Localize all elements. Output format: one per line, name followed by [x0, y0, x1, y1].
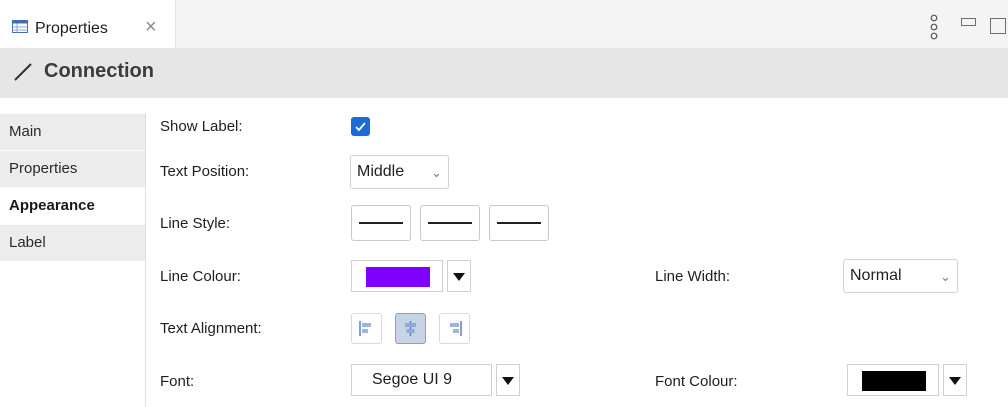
sidebar-item-properties[interactable]: Properties — [0, 150, 146, 187]
chevron-down-icon: ⌄ — [431, 165, 442, 180]
minimize-icon[interactable] — [961, 18, 976, 26]
sidebar-item-label-tab[interactable]: Label — [0, 224, 146, 261]
line-style-solid-button-3[interactable] — [489, 205, 549, 241]
text-alignment-label: Text Alignment: — [160, 320, 262, 337]
table-icon — [12, 20, 28, 33]
view-tab-bar: Properties × — [0, 0, 1008, 48]
sidebar-item-label: Properties — [9, 160, 78, 177]
align-left-button[interactable] — [351, 313, 382, 344]
font-colour-dropdown-button[interactable] — [943, 364, 967, 396]
connection-line-icon — [14, 63, 32, 81]
text-position-label: Text Position: — [160, 163, 250, 180]
font-value: Segoe UI 9 — [372, 371, 453, 388]
line-colour-button[interactable] — [351, 260, 443, 292]
tab-properties[interactable]: Properties × — [0, 0, 176, 48]
sidebar-divider — [145, 113, 146, 407]
align-center-icon — [405, 321, 416, 336]
sidebar-item-main[interactable]: Main — [0, 113, 146, 150]
line-style-solid-button-2[interactable] — [420, 205, 480, 241]
dropdown-arrow-icon — [949, 377, 961, 385]
show-label-label: Show Label: — [160, 118, 243, 135]
line-style-solid-button-1[interactable] — [351, 205, 411, 241]
sidebar-item-label: Label — [9, 234, 46, 251]
line-width-label: Line Width: — [655, 268, 731, 285]
align-right-button[interactable] — [439, 313, 470, 344]
view-menu-icon[interactable] — [929, 14, 939, 42]
line-style-label: Line Style: — [160, 215, 231, 232]
line-width-value: Normal — [850, 267, 902, 284]
font-colour-swatch — [862, 371, 926, 391]
sidebar-item-appearance[interactable]: Appearance — [0, 187, 146, 224]
dropdown-arrow-icon — [453, 273, 465, 281]
sidebar-fill — [0, 261, 146, 407]
line-colour-swatch — [366, 267, 430, 287]
line-width-select[interactable]: Normal ⌄ — [843, 259, 958, 293]
sidebar-item-label: Main — [9, 123, 42, 140]
text-position-select[interactable]: Middle ⌄ — [350, 155, 449, 189]
font-button[interactable]: Segoe UI 9 — [351, 364, 492, 396]
align-left-icon — [359, 321, 371, 336]
chevron-down-icon: ⌄ — [940, 269, 951, 284]
align-right-icon — [450, 321, 462, 336]
checkmark-icon — [355, 122, 366, 132]
font-dropdown-button[interactable] — [496, 364, 520, 396]
sidebar-item-label: Appearance — [9, 197, 95, 214]
text-position-value: Middle — [357, 163, 405, 180]
solid-line-icon — [497, 222, 541, 224]
properties-header: Connection — [0, 48, 1008, 98]
properties-sidebar: Main Properties Appearance Label — [0, 113, 146, 407]
close-icon[interactable]: × — [145, 17, 157, 37]
line-colour-dropdown-button[interactable] — [447, 260, 471, 292]
dropdown-arrow-icon — [502, 377, 514, 385]
maximize-icon[interactable] — [990, 18, 1006, 34]
font-colour-label: Font Colour: — [655, 373, 738, 390]
line-colour-label: Line Colour: — [160, 268, 241, 285]
solid-line-icon — [428, 222, 472, 224]
font-colour-button[interactable] — [847, 364, 939, 396]
solid-line-icon — [359, 222, 403, 224]
page-title: Connection — [44, 60, 154, 82]
show-label-checkbox[interactable] — [351, 117, 370, 136]
font-label: Font: — [160, 373, 195, 390]
tab-label: Properties — [35, 20, 108, 37]
align-center-button[interactable] — [395, 313, 426, 344]
